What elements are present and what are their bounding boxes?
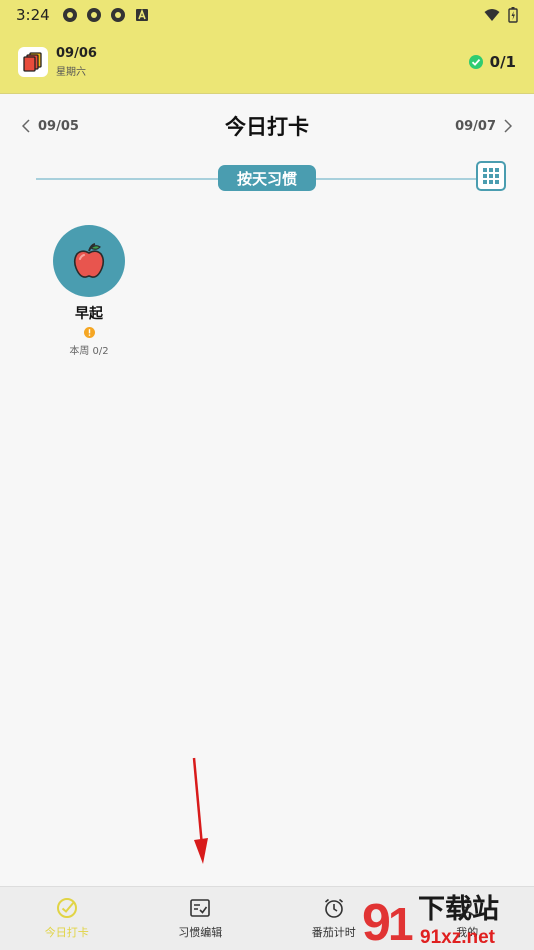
chevron-left-icon bbox=[22, 119, 30, 133]
page-title: 今日打卡 bbox=[225, 115, 309, 139]
tab-label: 习惯编辑 bbox=[178, 926, 223, 939]
habit-mode-tag[interactable]: 按天习惯 bbox=[218, 165, 316, 191]
current-date: 09/06 星期六 bbox=[56, 46, 97, 78]
a-icon bbox=[135, 8, 148, 21]
wifi-icon bbox=[484, 9, 500, 21]
svg-text:1: 1 bbox=[388, 898, 414, 948]
watermark-line2: 91xz.net bbox=[420, 927, 496, 948]
prev-day-button[interactable]: 09/05 bbox=[22, 119, 79, 134]
next-day-button[interactable]: 09/07 bbox=[455, 119, 512, 134]
mode-selector: 按天习惯 bbox=[36, 161, 506, 194]
header-date: 09/06 bbox=[56, 45, 97, 61]
habit-icon-circle[interactable] bbox=[53, 225, 125, 297]
tab-label: 今日打卡 bbox=[44, 926, 89, 939]
habit-week-progress: 本周 0/2 bbox=[69, 346, 109, 357]
app-logo bbox=[18, 46, 48, 77]
check-circle-outline-icon bbox=[56, 898, 77, 918]
grid-icon bbox=[483, 168, 499, 184]
grid-view-button[interactable] bbox=[476, 161, 506, 191]
notification-icon bbox=[86, 8, 101, 22]
prev-day-label: 09/05 bbox=[38, 118, 79, 134]
watermark-logo: 9 1 下载站 91xz.net bbox=[362, 894, 499, 948]
warning-icon bbox=[83, 327, 95, 338]
calendar-cards-icon bbox=[23, 51, 42, 72]
daily-progress: 0/1 bbox=[468, 53, 516, 71]
chevron-right-icon bbox=[504, 119, 512, 133]
battery-icon bbox=[508, 7, 518, 23]
edit-list-icon bbox=[190, 899, 211, 917]
apple-icon bbox=[73, 243, 105, 278]
svg-text:9: 9 bbox=[362, 894, 391, 948]
tab-label: 番茄计时 bbox=[311, 926, 356, 939]
red-arrow-annotation bbox=[192, 757, 208, 864]
tab-today-checkin[interactable]: 今日打卡 bbox=[0, 887, 134, 950]
status-bar: 3:24 bbox=[0, 0, 534, 30]
app-header: 09/06 星期六 0/1 bbox=[0, 30, 534, 94]
notification-icon bbox=[110, 8, 125, 22]
notification-icon bbox=[62, 8, 77, 22]
next-day-label: 09/07 bbox=[455, 118, 496, 134]
tab-habit-edit[interactable]: 习惯编辑 bbox=[134, 887, 268, 950]
header-weekday: 星期六 bbox=[56, 66, 86, 78]
watermark-line1: 下载站 bbox=[418, 894, 499, 925]
habit-item[interactable]: 早起 本周 0/2 bbox=[50, 225, 128, 357]
check-circle-icon bbox=[468, 54, 483, 69]
status-time: 3:24 bbox=[16, 6, 50, 24]
alarm-clock-icon bbox=[324, 898, 343, 918]
date-navigation: 09/05 今日打卡 09/07 bbox=[0, 108, 534, 144]
progress-count: 0/1 bbox=[489, 52, 516, 71]
habit-name: 早起 bbox=[75, 306, 103, 322]
